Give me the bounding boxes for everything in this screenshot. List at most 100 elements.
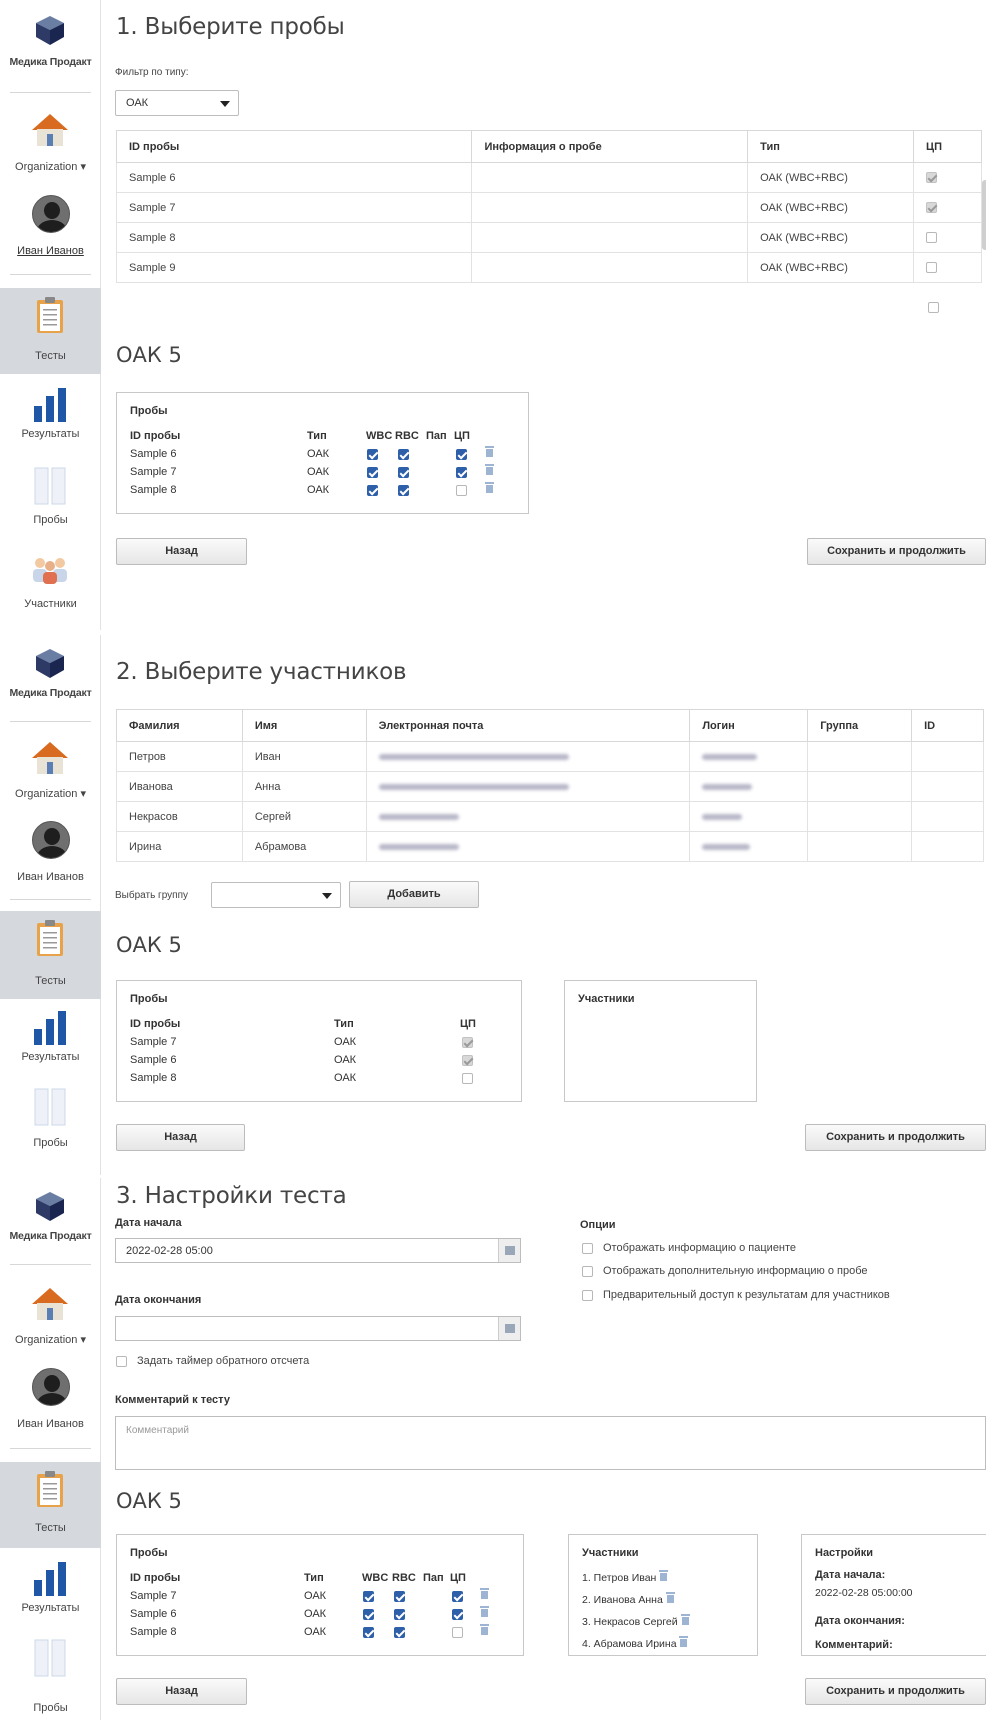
wbc-checkbox[interactable]: [363, 1590, 374, 1602]
trash-icon[interactable]: [480, 1624, 489, 1635]
wbc-checkbox[interactable]: [363, 1626, 374, 1638]
user-name-link[interactable]: Иван Иванов: [0, 871, 101, 883]
option-checkbox[interactable]: [582, 1289, 593, 1301]
login-redacted: [702, 783, 753, 790]
user-avatar-icon[interactable]: [32, 1368, 70, 1406]
option-patient-info[interactable]: Отображать информацию о пациенте: [582, 1242, 796, 1254]
timer-checkbox[interactable]: [116, 1355, 127, 1367]
column-header: ID пробы: [130, 430, 181, 442]
sidebar-item-tests[interactable]: Тесты: [0, 288, 101, 374]
sample-type: ОАК: [304, 1608, 327, 1620]
rbc-checkbox[interactable]: [398, 484, 409, 496]
wbc-checkbox[interactable]: [363, 1608, 374, 1620]
sample-type: ОАК: [304, 1590, 327, 1602]
comment-textarea[interactable]: Комментарий: [115, 1416, 986, 1470]
cp-checkbox[interactable]: [928, 302, 939, 313]
cp-checkbox[interactable]: [462, 1072, 473, 1084]
sample-id: Sample 7: [130, 1036, 177, 1048]
table-row[interactable]: Sample 7 ОАК (WBC+RBC): [115, 192, 982, 223]
sample-type: ОАК (WBC+RBC): [747, 162, 915, 193]
sidebar-item-tests[interactable]: Тесты: [0, 911, 101, 999]
trash-icon[interactable]: [485, 446, 494, 457]
participants-box: Участники: [564, 980, 757, 1102]
column-header: RBC: [392, 1572, 416, 1584]
save-continue-button[interactable]: Сохранить и продолжить: [805, 1124, 986, 1151]
rbc-checkbox[interactable]: [394, 1626, 405, 1638]
rbc-checkbox[interactable]: [394, 1590, 405, 1602]
back-button[interactable]: Назад: [116, 1124, 245, 1151]
wbc-checkbox[interactable]: [367, 448, 378, 460]
wbc-checkbox[interactable]: [367, 484, 378, 496]
user-avatar-icon[interactable]: [32, 821, 70, 859]
add-button[interactable]: Добавить: [349, 881, 479, 908]
cp-checkbox[interactable]: [926, 202, 938, 214]
table-row[interactable]: Петров Иван: [116, 741, 984, 772]
rbc-checkbox[interactable]: [394, 1608, 405, 1620]
sample-id: Sample 8: [130, 484, 177, 496]
sidebar-item-label: Результаты: [21, 1602, 80, 1614]
cp-checkbox[interactable]: [456, 466, 467, 478]
table-row[interactable]: Sample 6 ОАК (WBC+RBC): [115, 162, 982, 193]
option-checkbox[interactable]: [582, 1265, 593, 1277]
cp-checkbox[interactable]: [462, 1036, 473, 1048]
sidebar-item-results[interactable]: Результаты: [0, 384, 101, 454]
option-checkbox[interactable]: [582, 1242, 593, 1254]
table-row[interactable]: Sample 8 ОАК (WBC+RBC): [115, 222, 982, 253]
wbc-checkbox[interactable]: [367, 466, 378, 478]
timer-option[interactable]: Задать таймер обратного отсчета: [116, 1355, 309, 1367]
cp-checkbox[interactable]: [462, 1054, 473, 1066]
organization-dropdown[interactable]: Organization ▾: [0, 1333, 101, 1346]
participants-icon: [33, 558, 67, 584]
organization-dropdown[interactable]: Organization ▾: [0, 787, 101, 800]
rbc-checkbox[interactable]: [398, 466, 409, 478]
cp-checkbox[interactable]: [926, 262, 938, 274]
trash-icon[interactable]: [659, 1570, 669, 1581]
table-row[interactable]: Иванова Анна: [116, 771, 984, 802]
trash-icon[interactable]: [680, 1614, 690, 1625]
option-extra-sample-info[interactable]: Отображать дополнительную информацию о п…: [582, 1265, 867, 1277]
start-date-input[interactable]: 2022-02-28 05:00: [115, 1238, 521, 1263]
cp-checkbox[interactable]: [452, 1590, 463, 1602]
sidebar-item-participants[interactable]: Участники: [0, 556, 101, 616]
home-icon: [32, 114, 68, 146]
trash-icon[interactable]: [480, 1606, 489, 1617]
back-button[interactable]: Назад: [116, 538, 247, 565]
user-name-link[interactable]: Иван Иванов: [0, 245, 101, 257]
table-row[interactable]: Sample 9 ОАК (WBC+RBC): [115, 252, 982, 283]
save-continue-button[interactable]: Сохранить и продолжить: [805, 1678, 986, 1705]
sidebar-item-tests[interactable]: Тесты: [0, 1462, 101, 1548]
option-preliminary-access[interactable]: Предварительный доступ к результатам для…: [582, 1289, 890, 1301]
trash-icon[interactable]: [485, 464, 494, 475]
cp-checkbox[interactable]: [456, 448, 467, 460]
trash-icon[interactable]: [665, 1592, 675, 1603]
trash-icon[interactable]: [679, 1636, 689, 1647]
trash-icon[interactable]: [480, 1588, 489, 1599]
list-item: 4. Абрамова Ирина: [582, 1635, 752, 1657]
calendar-icon[interactable]: [498, 1239, 520, 1262]
table-row[interactable]: Некрасов Сергей: [116, 801, 984, 832]
list-item: 2. Иванова Анна: [582, 1591, 752, 1613]
organization-dropdown[interactable]: Organization ▾: [0, 160, 101, 173]
table-row[interactable]: Ирина Абрамова: [116, 831, 984, 862]
sidebar-item-results[interactable]: Результаты: [0, 1009, 101, 1079]
end-date-input[interactable]: [115, 1316, 521, 1341]
cp-checkbox[interactable]: [926, 172, 938, 184]
user-name-link[interactable]: Иван Иванов: [0, 1418, 101, 1430]
calendar-icon[interactable]: [498, 1317, 520, 1340]
save-continue-button[interactable]: Сохранить и продолжить: [807, 538, 986, 565]
cp-checkbox[interactable]: [452, 1608, 463, 1620]
type-filter-select[interactable]: ОАК: [115, 90, 239, 116]
back-button[interactable]: Назад: [116, 1678, 247, 1705]
sidebar-item-samples[interactable]: Пробы: [0, 464, 101, 534]
rbc-checkbox[interactable]: [398, 448, 409, 460]
sidebar-item-samples[interactable]: Пробы: [0, 1087, 101, 1167]
user-avatar-icon[interactable]: [32, 195, 70, 233]
sidebar-item-results[interactable]: Результаты: [0, 1560, 101, 1630]
cp-checkbox[interactable]: [926, 232, 938, 244]
group-select[interactable]: [211, 882, 341, 908]
trash-icon[interactable]: [485, 482, 494, 493]
cp-checkbox[interactable]: [452, 1626, 463, 1638]
cp-checkbox[interactable]: [456, 484, 467, 496]
table-scrollbar[interactable]: [982, 180, 986, 250]
sidebar-item-samples[interactable]: Пробы: [0, 1638, 101, 1718]
